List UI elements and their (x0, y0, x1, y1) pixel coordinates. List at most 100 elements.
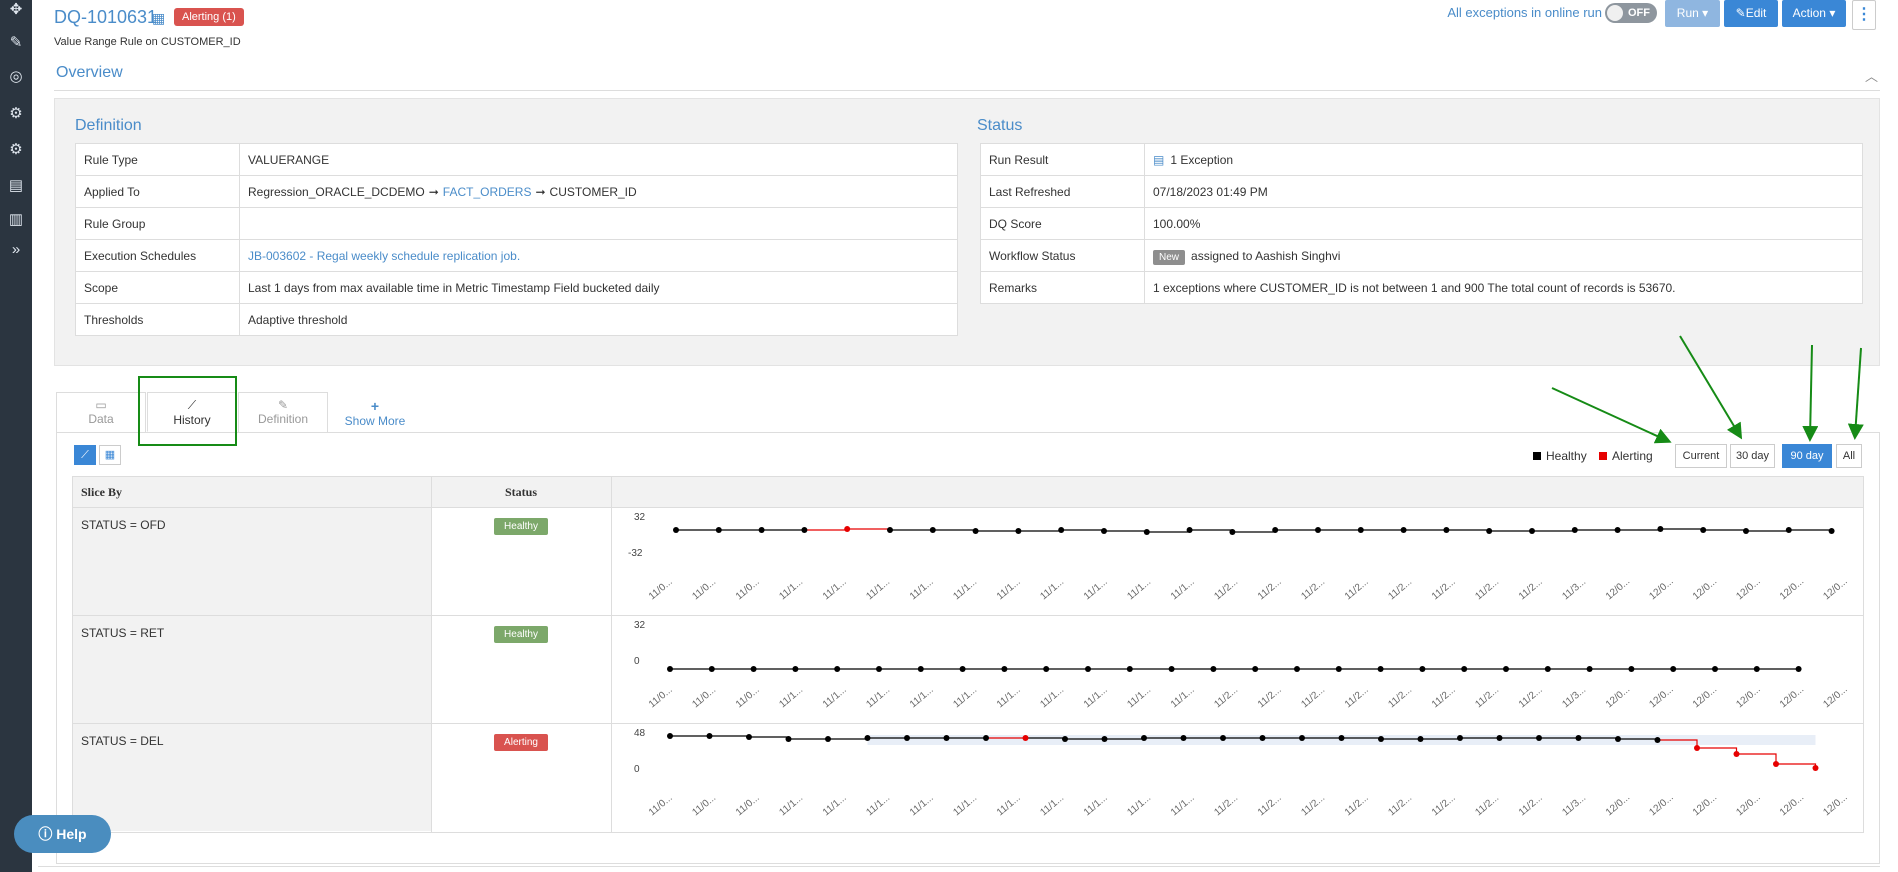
data-point[interactable] (1419, 666, 1426, 672)
data-point[interactable] (1377, 666, 1384, 672)
data-point[interactable] (673, 527, 679, 533)
data-point[interactable] (1503, 666, 1509, 672)
data-point[interactable] (1210, 666, 1217, 672)
data-point[interactable] (1168, 666, 1175, 672)
range-current-button[interactable]: Current (1675, 444, 1727, 468)
data-point[interactable] (1773, 761, 1779, 767)
data-point[interactable] (785, 736, 792, 742)
data-point[interactable] (1022, 735, 1029, 741)
data-point[interactable] (1143, 529, 1150, 535)
data-point[interactable] (1126, 666, 1133, 672)
run-result-value[interactable]: ▤ 1 Exception (1144, 143, 1863, 176)
data-point[interactable] (1571, 527, 1578, 533)
show-more-tab[interactable]: + Show More (340, 398, 410, 428)
data-point[interactable] (1229, 529, 1236, 535)
data-point[interactable] (1315, 527, 1321, 533)
data-point[interactable] (876, 666, 882, 672)
run-button[interactable]: Run ▾ (1665, 0, 1720, 27)
data-point[interactable] (1795, 666, 1802, 672)
data-point[interactable] (844, 526, 851, 532)
data-point[interactable] (1180, 735, 1187, 741)
data-point[interactable] (1443, 527, 1450, 533)
data-point[interactable] (1614, 527, 1621, 533)
edit-icon[interactable]: ✎ (6, 33, 26, 53)
data-point[interactable] (864, 735, 871, 741)
data-point[interactable] (983, 735, 989, 741)
action-button[interactable]: Action ▾ (1782, 0, 1846, 27)
data-point[interactable] (758, 527, 765, 533)
online-exceptions-toggle[interactable]: OFF (1605, 3, 1657, 23)
data-point[interactable] (959, 666, 966, 672)
data-point[interactable] (1294, 666, 1300, 672)
history-chart-ofd[interactable]: 32 -32 11/0... 11/0... 11/0... 11/1... 11/1...… (612, 508, 1862, 615)
help-button[interactable]: ⓘ Help (14, 815, 111, 853)
data-point[interactable] (1812, 765, 1819, 771)
data-point[interactable] (792, 666, 799, 672)
data-point[interactable] (1043, 666, 1050, 672)
data-point[interactable] (706, 733, 713, 739)
range-30day-button[interactable]: 30 day (1730, 444, 1775, 468)
data-point[interactable] (1496, 735, 1503, 741)
data-point[interactable] (1457, 735, 1463, 741)
edit-button[interactable]: ✎Edit (1724, 0, 1778, 27)
execution-schedule-link[interactable]: JB-003602 - Regal weekly schedule replic… (239, 239, 958, 272)
data-point[interactable] (1378, 736, 1384, 742)
range-all-button[interactable]: All (1836, 444, 1862, 468)
data-point[interactable] (1335, 666, 1342, 672)
data-point[interactable] (1575, 735, 1582, 741)
data-point[interactable] (1654, 737, 1661, 743)
data-point[interactable] (1101, 528, 1107, 534)
data-point[interactable] (750, 666, 757, 672)
data-point[interactable] (1712, 666, 1718, 672)
data-point[interactable] (1828, 528, 1835, 534)
settings-doc-icon[interactable]: ⚙ (6, 104, 26, 124)
data-point[interactable] (715, 527, 722, 533)
clipboard-icon[interactable]: ▥ (6, 210, 26, 230)
data-point[interactable] (1400, 527, 1407, 533)
history-chart-del[interactable]: 48 0 11/0... 11/0... 11/0... 11/1... 11/1... 11… (612, 724, 1862, 831)
data-point[interactable] (1670, 666, 1677, 672)
data-point[interactable] (943, 735, 950, 741)
data-point[interactable] (1015, 528, 1022, 534)
data-point[interactable] (1536, 735, 1542, 741)
data-point[interactable] (917, 666, 924, 672)
books-icon[interactable]: ▤ (6, 176, 26, 196)
data-point[interactable] (1001, 666, 1008, 672)
calendar-icon[interactable]: ▦ (152, 10, 165, 27)
data-point[interactable] (1615, 736, 1621, 742)
data-point[interactable] (825, 736, 831, 742)
compass-icon[interactable]: ◎ (6, 67, 26, 87)
chevron-up-icon[interactable]: ︿ (1865, 66, 1878, 85)
range-90day-button[interactable]: 90 day (1782, 444, 1832, 468)
table-view-button[interactable]: ▦ (99, 445, 121, 465)
data-point[interactable] (1141, 735, 1147, 741)
data-point[interactable] (1338, 735, 1345, 741)
move-icon[interactable]: ✥ (6, 0, 26, 20)
data-point[interactable] (667, 733, 673, 739)
data-point[interactable] (1628, 666, 1635, 672)
data-point[interactable] (1220, 735, 1226, 741)
data-point[interactable] (1529, 528, 1535, 534)
data-point[interactable] (1417, 736, 1424, 742)
data-point[interactable] (887, 527, 893, 533)
data-point[interactable] (1743, 528, 1749, 534)
data-point[interactable] (904, 735, 910, 741)
expand-icon[interactable]: » (6, 240, 26, 260)
data-point[interactable] (1272, 527, 1279, 533)
more-options-button[interactable]: ⋮ (1852, 0, 1876, 30)
data-point[interactable] (1101, 736, 1108, 742)
data-point[interactable] (1657, 526, 1664, 532)
applied-table-link[interactable]: FACT_ORDERS (443, 185, 532, 199)
data-point[interactable] (708, 666, 715, 672)
data-point[interactable] (1062, 736, 1068, 742)
data-point[interactable] (667, 666, 673, 672)
data-point[interactable] (1586, 666, 1593, 672)
data-point[interactable] (929, 527, 936, 533)
data-point[interactable] (1357, 527, 1364, 533)
chart-view-button[interactable]: ⟋ (74, 445, 96, 465)
data-point[interactable] (1252, 666, 1259, 672)
data-point[interactable] (1486, 528, 1493, 534)
overview-title[interactable]: Overview (56, 64, 123, 82)
data-point[interactable] (1700, 527, 1707, 533)
data-point[interactable] (746, 734, 752, 740)
